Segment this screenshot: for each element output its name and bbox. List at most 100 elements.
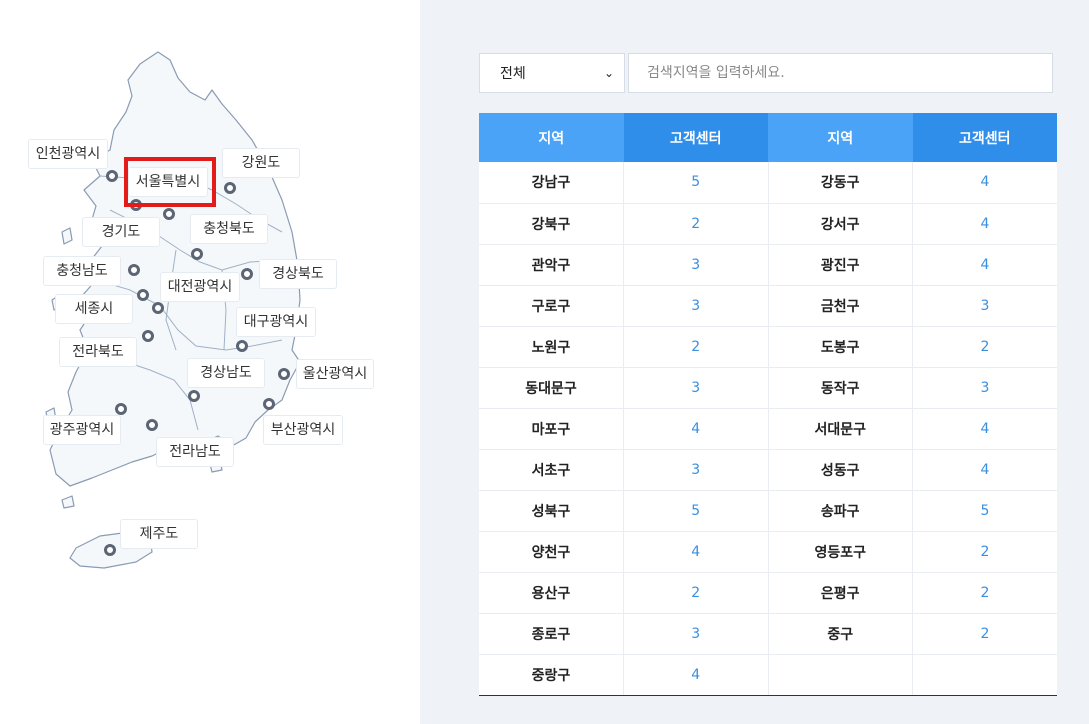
table-row: 구로구 3 금천구 3	[479, 285, 1057, 327]
region-label-ulsan[interactable]: 울산광역시	[296, 359, 374, 389]
center-count-cell[interactable]: 3	[912, 285, 1057, 327]
pin-jeonbuk[interactable]	[142, 330, 154, 342]
region-label-chungnam[interactable]: 충청남도	[43, 256, 121, 286]
table-row: 용산구 2 은평구 2	[479, 572, 1057, 614]
pin-jeju[interactable]	[104, 544, 116, 556]
region-name-cell: 송파구	[768, 490, 913, 532]
service-center-panel: 전체 ⌄ 지역 고객센터 지역 고객센터 강남구5강동구4강북구2강서구4관악구…	[420, 0, 1089, 724]
region-name-cell: 성북구	[479, 490, 624, 532]
center-count-cell[interactable]: 5	[623, 490, 769, 532]
region-label-gyeongnam[interactable]: 경상남도	[187, 358, 265, 388]
region-name-cell: 중구	[768, 613, 913, 655]
table-body: 강남구 5 강동구 4 강북구 2 강서구 4 관악구 3 광진구 4 구로구 3 금천구 3 노원구 2 도봉구 2…	[479, 162, 1057, 696]
center-count-cell[interactable]: 2	[623, 203, 769, 245]
pin-gyeonggi[interactable]	[163, 208, 175, 220]
region-name-cell: 은평구	[768, 572, 913, 614]
region-name-cell: 도봉구	[768, 326, 913, 368]
region-name-cell: 강동구	[768, 162, 913, 204]
table-row: 강남구 5 강동구 4	[479, 162, 1057, 204]
center-count-cell[interactable]: 4	[912, 408, 1057, 450]
center-count-cell[interactable]: 3	[623, 367, 769, 409]
center-count-cell[interactable]: 4	[623, 531, 769, 573]
region-name-cell: 종로구	[479, 613, 624, 655]
center-count-cell[interactable]: 2	[912, 613, 1057, 655]
center-count-cell[interactable]: 4	[912, 449, 1057, 491]
region-name-cell: 용산구	[479, 572, 624, 614]
pin-jeonnam[interactable]	[146, 419, 158, 431]
chevron-down-icon: ⌄	[603, 66, 614, 80]
table-row: 종로구 3 중구 2	[479, 613, 1057, 655]
center-count-cell[interactable]: 4	[623, 654, 769, 696]
pin-daegu[interactable]	[236, 340, 248, 352]
center-count-cell[interactable]: 2	[912, 326, 1057, 368]
selected-region-highlight	[124, 157, 216, 207]
region-label-gwangju[interactable]: 광주광역시	[43, 415, 121, 445]
region-name-cell: 구로구	[479, 285, 624, 327]
pin-gyeongbuk[interactable]	[241, 268, 253, 280]
center-count-cell[interactable]: 4	[623, 408, 769, 450]
table-row: 양천구 4 영등포구 2	[479, 531, 1057, 573]
table-row: 서초구 3 성동구 4	[479, 449, 1057, 491]
region-name-cell: 영등포구	[768, 531, 913, 573]
center-count-cell[interactable]: 3	[623, 285, 769, 327]
region-name-cell: 노원구	[479, 326, 624, 368]
center-count-cell[interactable]: 4	[912, 244, 1057, 286]
region-label-incheon[interactable]: 인천광역시	[28, 139, 108, 169]
region-name-cell: 중랑구	[479, 654, 624, 696]
region-name-cell: 강서구	[768, 203, 913, 245]
table-row: 중랑구 4	[479, 654, 1057, 696]
region-name-cell: 강남구	[479, 162, 624, 204]
pin-gangwon[interactable]	[224, 182, 236, 194]
pin-gwangju[interactable]	[115, 403, 127, 415]
center-count-cell[interactable]: 4	[912, 203, 1057, 245]
pin-daejeon[interactable]	[152, 302, 164, 314]
table-header-row: 지역 고객센터 지역 고객센터	[479, 113, 1057, 162]
center-count-cell[interactable]: 3	[623, 244, 769, 286]
region-name-cell: 성동구	[768, 449, 913, 491]
pin-busan[interactable]	[263, 398, 275, 410]
pin-chungbuk[interactable]	[191, 248, 203, 260]
center-count-cell[interactable]: 3	[912, 367, 1057, 409]
region-search-input[interactable]	[628, 53, 1053, 93]
region-label-sejong[interactable]: 세종시	[55, 294, 133, 324]
center-count-cell[interactable]: 2	[623, 572, 769, 614]
region-label-gyeongbuk[interactable]: 경상북도	[259, 259, 337, 289]
center-count-cell[interactable]: 2	[912, 531, 1057, 573]
region-name-cell: 서초구	[479, 449, 624, 491]
center-count-cell[interactable]: 3	[623, 613, 769, 655]
region-label-jeonnam[interactable]: 전라남도	[156, 437, 234, 467]
region-label-busan[interactable]: 부산광역시	[263, 415, 343, 445]
region-label-daejeon[interactable]: 대전광역시	[160, 272, 240, 302]
service-center-table: 지역 고객센터 지역 고객센터 강남구 5 강동구 4 강북구 2 강서구 4 관악구 3 광진구 4…	[479, 113, 1057, 696]
pin-ulsan[interactable]	[278, 368, 290, 380]
pin-sejong[interactable]	[137, 289, 149, 301]
region-label-chungbuk[interactable]: 충청북도	[190, 214, 268, 244]
pin-chungnam[interactable]	[128, 264, 140, 276]
center-count-cell[interactable]: 5	[912, 490, 1057, 532]
center-count-cell[interactable]: 2	[912, 572, 1057, 614]
region-label-jeju[interactable]: 제주도	[120, 519, 198, 549]
region-label-daegu[interactable]: 대구광역시	[236, 307, 316, 337]
pin-gyeongnam[interactable]	[188, 390, 200, 402]
table-row: 강북구 2 강서구 4	[479, 203, 1057, 245]
center-count-cell[interactable]: 3	[623, 449, 769, 491]
region-label-gyeonggi[interactable]: 경기도	[82, 217, 160, 247]
region-filter-select[interactable]: 전체 ⌄	[479, 53, 625, 93]
korea-map-panel: 인천광역시 서울특별시 강원도 경기도 충청북도 충청남도 경상북도 대전광역시…	[0, 0, 420, 724]
header-region: 지역	[479, 113, 624, 162]
region-name-cell: 강북구	[479, 203, 624, 245]
region-name-cell: 서대문구	[768, 408, 913, 450]
region-name-cell: 마포구	[479, 408, 624, 450]
region-name-cell: 금천구	[768, 285, 913, 327]
table-row: 성북구 5 송파구 5	[479, 490, 1057, 532]
center-count-cell[interactable]: 5	[623, 162, 769, 204]
region-name-cell	[768, 654, 913, 696]
center-count-cell[interactable]: 2	[623, 326, 769, 368]
pin-incheon[interactable]	[106, 170, 118, 182]
region-label-gangwon[interactable]: 강원도	[222, 148, 300, 178]
region-name-cell: 광진구	[768, 244, 913, 286]
region-label-jeonbuk[interactable]: 전라북도	[59, 337, 137, 367]
center-count-cell[interactable]: 4	[912, 162, 1057, 204]
table-row: 마포구 4 서대문구 4	[479, 408, 1057, 450]
region-name-cell: 양천구	[479, 531, 624, 573]
